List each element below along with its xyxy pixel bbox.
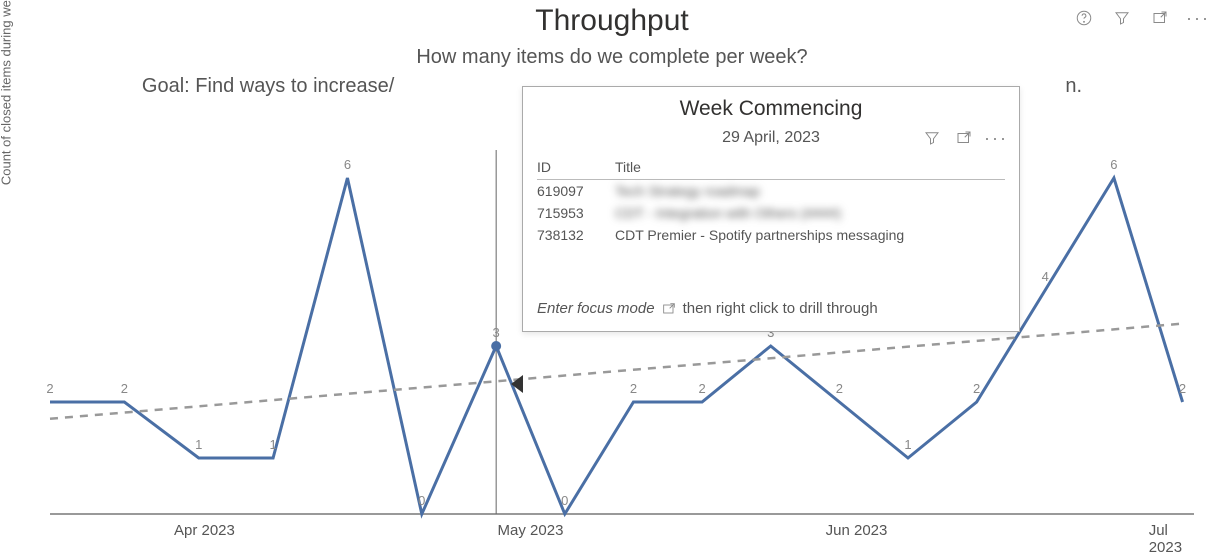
cell-id: 738132: [537, 224, 615, 246]
cell-id: 619097: [537, 180, 615, 203]
more-options-icon[interactable]: ···: [1188, 8, 1208, 28]
cell-title: Tech Strategy roadmap: [615, 180, 1005, 203]
tooltip-toolbar: ···: [923, 129, 1005, 147]
x-tick-label: Jun 2023: [826, 522, 888, 539]
table-row[interactable]: 715953CDT - Integration with Others (###…: [537, 202, 1005, 224]
footer-focus-text: Enter focus mode: [537, 300, 655, 317]
goal-text-suffix: n.: [1065, 75, 1082, 97]
focus-mode-icon: [661, 301, 677, 317]
col-title: Title: [615, 157, 1005, 180]
table-row[interactable]: 738132CDT Premier - Spotify partnerships…: [537, 224, 1005, 246]
throughput-chart-widget: Throughput How many items do we complete…: [0, 0, 1224, 554]
tooltip-pointer: [511, 375, 523, 393]
x-tick-label: Jul 2023: [1149, 522, 1182, 556]
chart-toolbar: ···: [1074, 8, 1208, 28]
focus-mode-icon[interactable]: [1150, 8, 1170, 28]
cell-id: 715953: [537, 202, 615, 224]
cell-title: CDT Premier - Spotify partnerships messa…: [615, 224, 1005, 246]
focus-mode-icon[interactable]: [955, 129, 973, 147]
tooltip-table: ID Title 619097Tech Strategy roadmap7159…: [537, 157, 1005, 246]
filter-icon[interactable]: [923, 129, 941, 147]
cell-title: CDT - Integration with Others (####): [615, 202, 1005, 224]
tooltip-subtitle: 29 April, 2023: [722, 129, 820, 147]
chart-title: Throughput: [0, 4, 1224, 38]
table-row[interactable]: 619097Tech Strategy roadmap: [537, 180, 1005, 203]
drillthrough-tooltip: Week Commencing 29 April, 2023 ··· ID Ti…: [522, 86, 1020, 332]
filter-icon[interactable]: [1112, 8, 1132, 28]
tooltip-title: Week Commencing: [537, 97, 1005, 121]
help-icon[interactable]: [1074, 8, 1094, 28]
tooltip-footer: Enter focus mode then right click to dri…: [537, 300, 1005, 317]
x-tick-label: Apr 2023: [174, 522, 235, 539]
footer-rest-text: then right click to drill through: [683, 300, 878, 317]
chart-subtitle: How many items do we complete per week?: [0, 46, 1224, 69]
x-tick-label: May 2023: [498, 522, 564, 539]
chart-header: Throughput How many items do we complete…: [0, 0, 1224, 98]
goal-text-prefix: Goal: Find ways to increase/: [142, 75, 394, 97]
y-axis-label: Count of closed items during week: [0, 0, 14, 185]
col-id: ID: [537, 157, 615, 180]
more-options-icon[interactable]: ···: [987, 129, 1005, 147]
x-axis-ticks: Apr 2023May 2023Jun 2023Jul 2023: [50, 522, 1194, 546]
